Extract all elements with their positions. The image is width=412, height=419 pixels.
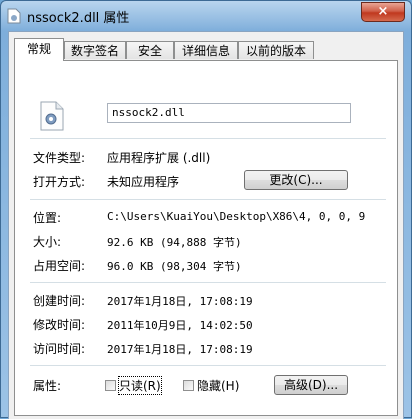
file-icon [7, 8, 21, 24]
close-button[interactable]: × [361, 2, 405, 22]
created-label: 创建时间: [33, 294, 86, 308]
accessed-value: 2017年1月18日, 17:08:19 [107, 343, 253, 356]
location-value: C:\Users\KuaiYou\Desktop\X86\4, 0, 0, 9 [107, 210, 366, 223]
tab-security[interactable]: 安全 [126, 41, 174, 59]
hidden-label[interactable]: 隐藏(H) [197, 377, 239, 394]
readonly-checkbox[interactable] [105, 380, 116, 391]
advanced-button[interactable]: 高级(D)... [274, 375, 348, 395]
file-name-field[interactable]: nssock2.dll [107, 103, 351, 123]
settings-file-icon [40, 101, 64, 131]
tab-details[interactable]: 详细信息 [174, 41, 238, 59]
tab-general[interactable]: 常规 [14, 38, 64, 61]
size-on-disk-label: 占用空间: [33, 259, 86, 273]
accessed-label: 访问时间: [33, 342, 86, 356]
opens-with-label: 打开方式: [33, 175, 86, 189]
close-icon: × [377, 4, 389, 19]
tab-previous-versions[interactable]: 以前的版本 [238, 41, 314, 59]
location-label: 位置: [33, 211, 62, 225]
divider [30, 282, 386, 283]
size-label: 大小: [33, 235, 62, 249]
change-button[interactable]: 更改(C)... [244, 170, 348, 190]
size-on-disk-value: 96.0 KB (98,304 字节) [107, 260, 242, 273]
opens-with-value: 未知应用程序 [107, 175, 180, 189]
general-panel: nssock2.dll 文件类型: 应用程序扩展 (.dll) 打开方式: 未知… [14, 60, 398, 416]
divider [30, 138, 386, 139]
title-bar[interactable]: nssock2.dll 属性 × [1, 1, 411, 31]
modified-label: 修改时间: [33, 318, 86, 332]
readonly-label[interactable]: 只读(R) [118, 376, 162, 395]
hidden-checkbox[interactable] [183, 380, 194, 391]
file-type-label: 文件类型: [33, 151, 86, 165]
attributes-label: 属性: [33, 379, 62, 393]
dialog-body: 常规 数字签名 安全 详细信息 以前的版本 nssock2.dll 文件类型: … [8, 31, 404, 419]
window-title: nssock2.dll 属性 [27, 11, 130, 26]
modified-value: 2011年10月9日, 14:02:50 [107, 319, 253, 332]
properties-window: nssock2.dll 属性 × 常规 数字签名 安全 详细信息 以前的版本 n… [0, 0, 412, 419]
created-value: 2017年1月18日, 17:08:19 [107, 295, 253, 308]
divider [30, 199, 386, 200]
size-value: 92.6 KB (94,888 字节) [107, 236, 242, 249]
file-type-value: 应用程序扩展 (.dll) [107, 151, 211, 165]
tab-digital-signatures[interactable]: 数字签名 [64, 41, 126, 59]
divider [30, 365, 386, 366]
